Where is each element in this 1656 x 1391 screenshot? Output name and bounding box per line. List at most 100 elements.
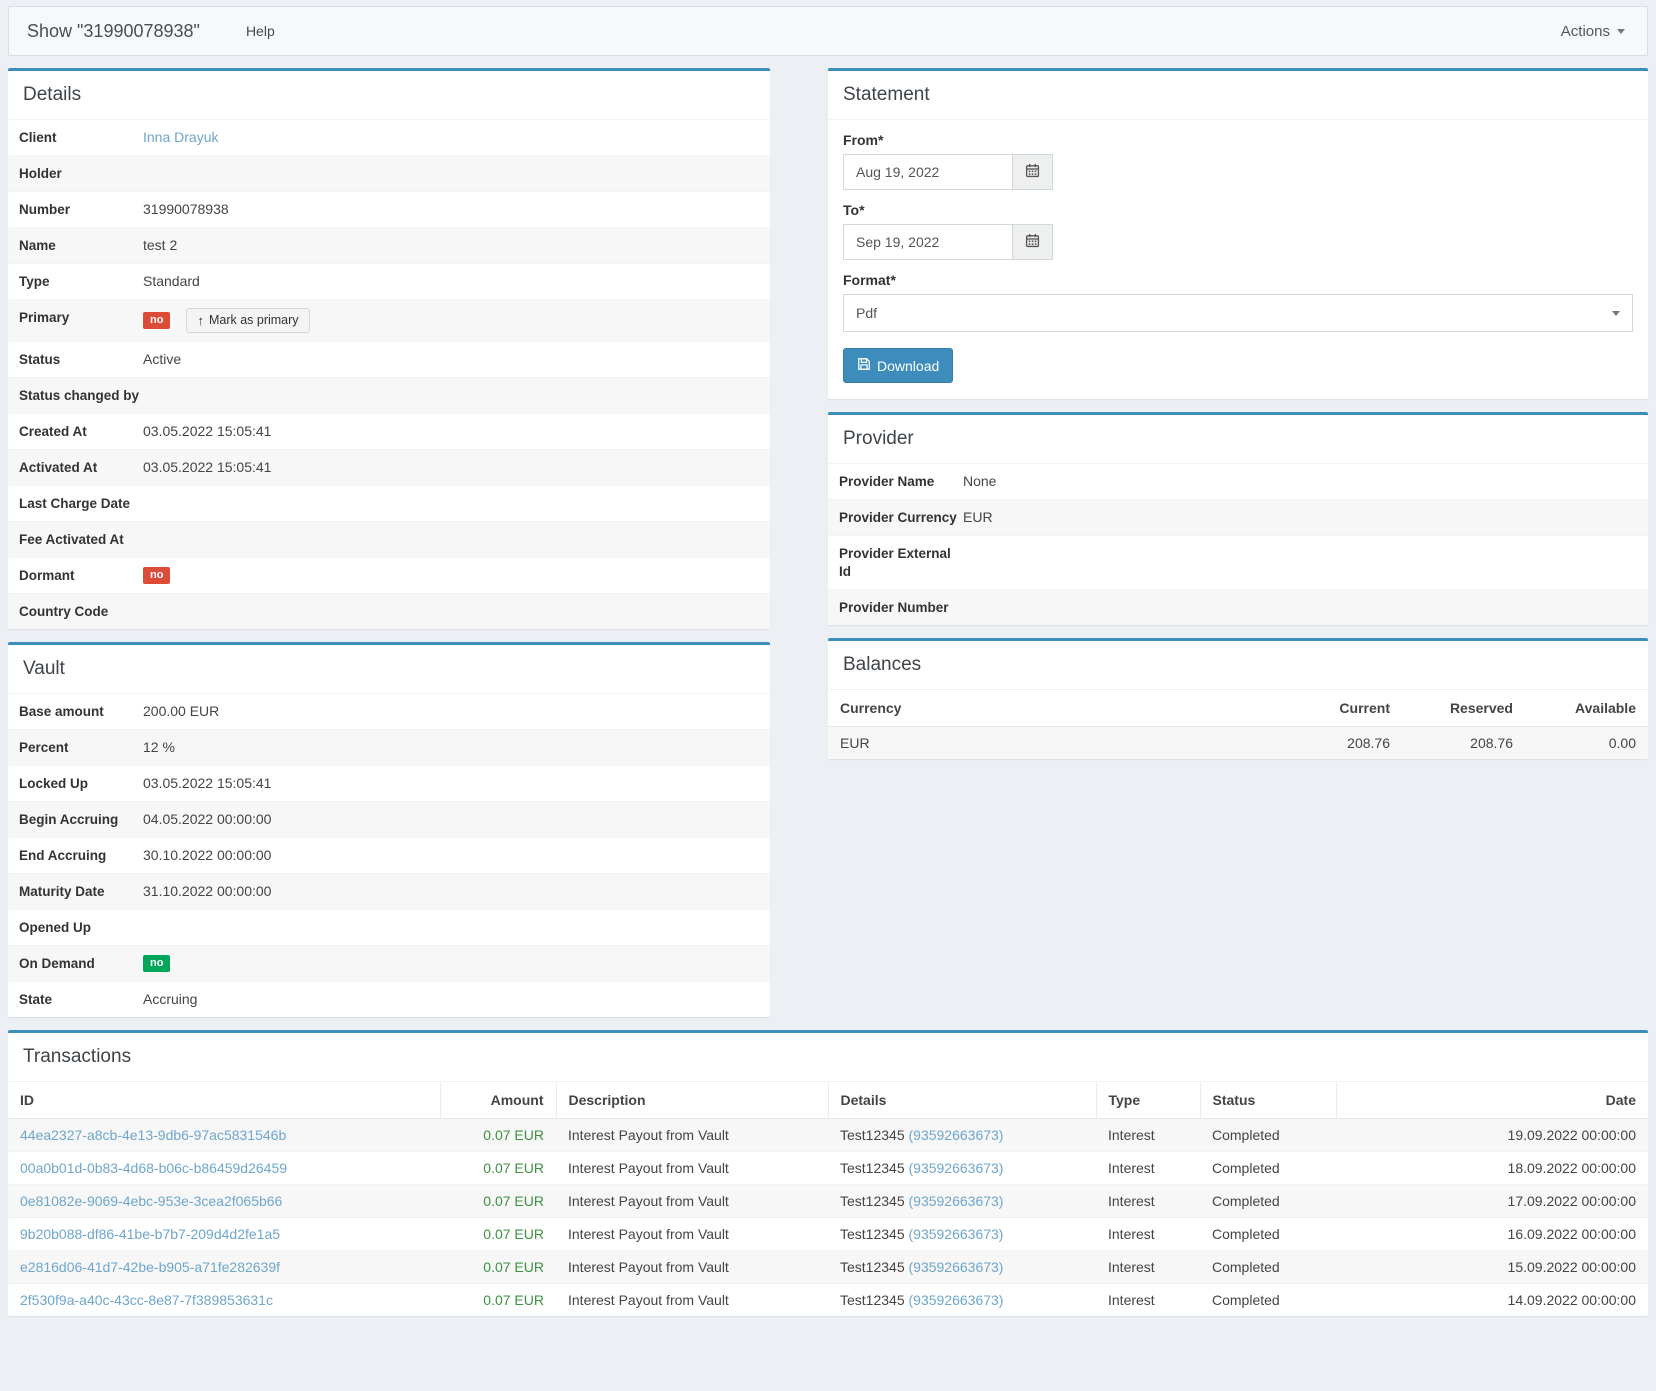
transaction-id-link[interactable]: e2816d06-41d7-42be-b905-a71fe282639f xyxy=(20,1259,280,1275)
attribute-label: Client xyxy=(19,128,143,147)
actions-dropdown[interactable]: Actions xyxy=(1561,23,1625,40)
transaction-type: Interest xyxy=(1096,1152,1200,1185)
attribute-value-text: test 2 xyxy=(143,236,177,255)
transaction-details: Test12345 (93592663673) xyxy=(828,1218,1096,1251)
transaction-id-link[interactable]: 9b20b088-df86-41be-b7b7-209d4d2fe1a5 xyxy=(20,1226,280,1242)
transaction-id-link[interactable]: 44ea2327-a8cb-4e13-9db6-97ac5831546b xyxy=(20,1127,286,1143)
transaction-id-link[interactable]: 0e81082e-9069-4ebc-953e-3cea2f065b66 xyxy=(20,1193,282,1209)
transaction-details-link[interactable]: (93592663673) xyxy=(909,1160,1004,1176)
transaction-description: Interest Payout from Vault xyxy=(556,1152,828,1185)
attribute-row: Opened Up xyxy=(8,909,770,945)
transaction-amount: 0.07 EUR xyxy=(440,1185,556,1218)
transaction-type: Interest xyxy=(1096,1251,1200,1284)
transaction-details-name: Test12345 xyxy=(840,1127,905,1143)
provider-rows: Provider Name None Provider Currency EUR… xyxy=(828,464,1648,625)
attribute-value xyxy=(143,530,759,549)
transaction-date: 14.09.2022 00:00:00 xyxy=(1336,1284,1648,1317)
attribute-value-text: 31.10.2022 00:00:00 xyxy=(143,882,271,901)
transactions-table: ID Amount Description Details Type Statu… xyxy=(8,1082,1648,1316)
format-select[interactable]: Pdf xyxy=(843,294,1633,332)
transaction-status: Completed xyxy=(1200,1218,1336,1251)
mark-as-primary-label: Mark as primary xyxy=(209,313,299,328)
attribute-row: Type Standard xyxy=(8,263,770,299)
attribute-value-text: 03.05.2022 15:05:41 xyxy=(143,422,271,441)
balances-body: EUR 208.76 208.76 0.00 xyxy=(828,727,1648,760)
statement-panel-title: Statement xyxy=(828,71,1648,120)
balance-reserved: 208.76 xyxy=(1402,727,1525,760)
chevron-down-icon xyxy=(1612,311,1620,316)
transaction-details-link[interactable]: (93592663673) xyxy=(909,1226,1004,1242)
top-bar: Show "31990078938" Help Actions xyxy=(8,6,1648,56)
help-link[interactable]: Help xyxy=(246,23,275,39)
transaction-details: Test12345 (93592663673) xyxy=(828,1119,1096,1152)
calendar-icon xyxy=(1025,233,1040,251)
details-panel: Details Client Inna Drayuk Holder Number… xyxy=(8,68,770,629)
to-input-group xyxy=(843,224,1053,260)
transaction-type: Interest xyxy=(1096,1119,1200,1152)
table-row: 2f530f9a-a40c-43cc-8e87-7f389853631c 0.0… xyxy=(8,1284,1648,1317)
transaction-id-link[interactable]: 2f530f9a-a40c-43cc-8e87-7f389853631c xyxy=(20,1292,273,1308)
to-calendar-button[interactable] xyxy=(1013,224,1053,260)
attribute-label: Status changed by xyxy=(19,386,143,405)
transaction-date: 17.09.2022 00:00:00 xyxy=(1336,1185,1648,1218)
attribute-row: Fee Activated At xyxy=(8,521,770,557)
mark-as-primary-button[interactable]: ↑ Mark as primary xyxy=(186,308,309,333)
transaction-description: Interest Payout from Vault xyxy=(556,1119,828,1152)
tx-col-type: Type xyxy=(1096,1082,1200,1119)
transaction-id-link[interactable]: 00a0b01d-0b83-4d68-b06c-b86459d26459 xyxy=(20,1160,287,1176)
vault-panel: Vault Base amount 200.00 EUR Percent 12 … xyxy=(8,642,770,1017)
client-link[interactable]: Inna Drayuk xyxy=(143,128,218,147)
attribute-value-text: Active xyxy=(143,350,181,369)
attribute-row: State Accruing xyxy=(8,981,770,1017)
table-row: e2816d06-41d7-42be-b905-a71fe282639f 0.0… xyxy=(8,1251,1648,1284)
provider-panel-title: Provider xyxy=(828,415,1648,464)
attribute-label: On Demand xyxy=(19,954,143,973)
transaction-details: Test12345 (93592663673) xyxy=(828,1185,1096,1218)
attribute-value: 31.10.2022 00:00:00 xyxy=(143,882,759,901)
attribute-value: Accruing xyxy=(143,990,759,1009)
balance-row: EUR 208.76 208.76 0.00 xyxy=(828,727,1648,760)
statement-form: From* xyxy=(828,120,1648,399)
table-row: 44ea2327-a8cb-4e13-9db6-97ac5831546b 0.0… xyxy=(8,1119,1648,1152)
attribute-row: Holder xyxy=(8,155,770,191)
attribute-row: Created At 03.05.2022 15:05:41 xyxy=(8,413,770,449)
page-title: Show "31990078938" xyxy=(27,21,200,42)
attribute-value-text: 31990078938 xyxy=(143,200,229,219)
vault-rows: Base amount 200.00 EUR Percent 12 % Lock… xyxy=(8,694,770,1017)
attribute-value: test 2 xyxy=(143,236,759,255)
attribute-value-text: 12 % xyxy=(143,738,175,757)
transaction-details-link[interactable]: (93592663673) xyxy=(909,1259,1004,1275)
attribute-label: Percent xyxy=(19,738,143,757)
from-calendar-button[interactable] xyxy=(1013,154,1053,190)
transaction-type: Interest xyxy=(1096,1284,1200,1317)
details-panel-title: Details xyxy=(8,71,770,120)
tx-col-details: Details xyxy=(828,1082,1096,1119)
from-date-input[interactable] xyxy=(843,154,1013,190)
attribute-row: Last Charge Date xyxy=(8,485,770,521)
attribute-value xyxy=(143,494,759,513)
attribute-value xyxy=(143,602,759,621)
tx-col-date: Date xyxy=(1336,1082,1648,1119)
download-button[interactable]: Download xyxy=(843,348,953,383)
transaction-details-link[interactable]: (93592663673) xyxy=(909,1127,1004,1143)
attribute-value: 03.05.2022 15:05:41 xyxy=(143,458,759,477)
transaction-amount: 0.07 EUR xyxy=(440,1152,556,1185)
to-date-input[interactable] xyxy=(843,224,1013,260)
table-row: 0e81082e-9069-4ebc-953e-3cea2f065b66 0.0… xyxy=(8,1185,1648,1218)
balances-header-row: Currency Current Reserved Available xyxy=(828,690,1648,727)
balances-col-available: Available xyxy=(1525,690,1648,727)
to-label: To* xyxy=(843,202,1633,218)
details-rows: Client Inna Drayuk Holder Number 3199007… xyxy=(8,120,770,629)
left-column: Details Client Inna Drayuk Holder Number… xyxy=(8,68,770,1030)
transaction-amount: 0.07 EUR xyxy=(440,1218,556,1251)
attribute-value-text: 04.05.2022 00:00:00 xyxy=(143,810,271,829)
transaction-details-link[interactable]: (93592663673) xyxy=(909,1193,1004,1209)
attribute-value: no xyxy=(143,566,759,585)
attribute-label: State xyxy=(19,990,143,1009)
attribute-label: Fee Activated At xyxy=(19,530,143,549)
attribute-value: EUR xyxy=(963,508,1637,527)
transaction-details-link[interactable]: (93592663673) xyxy=(909,1292,1004,1308)
transaction-details-name: Test12345 xyxy=(840,1259,905,1275)
attribute-label: Provider Number xyxy=(839,598,963,617)
attribute-label: Dormant xyxy=(19,566,143,585)
